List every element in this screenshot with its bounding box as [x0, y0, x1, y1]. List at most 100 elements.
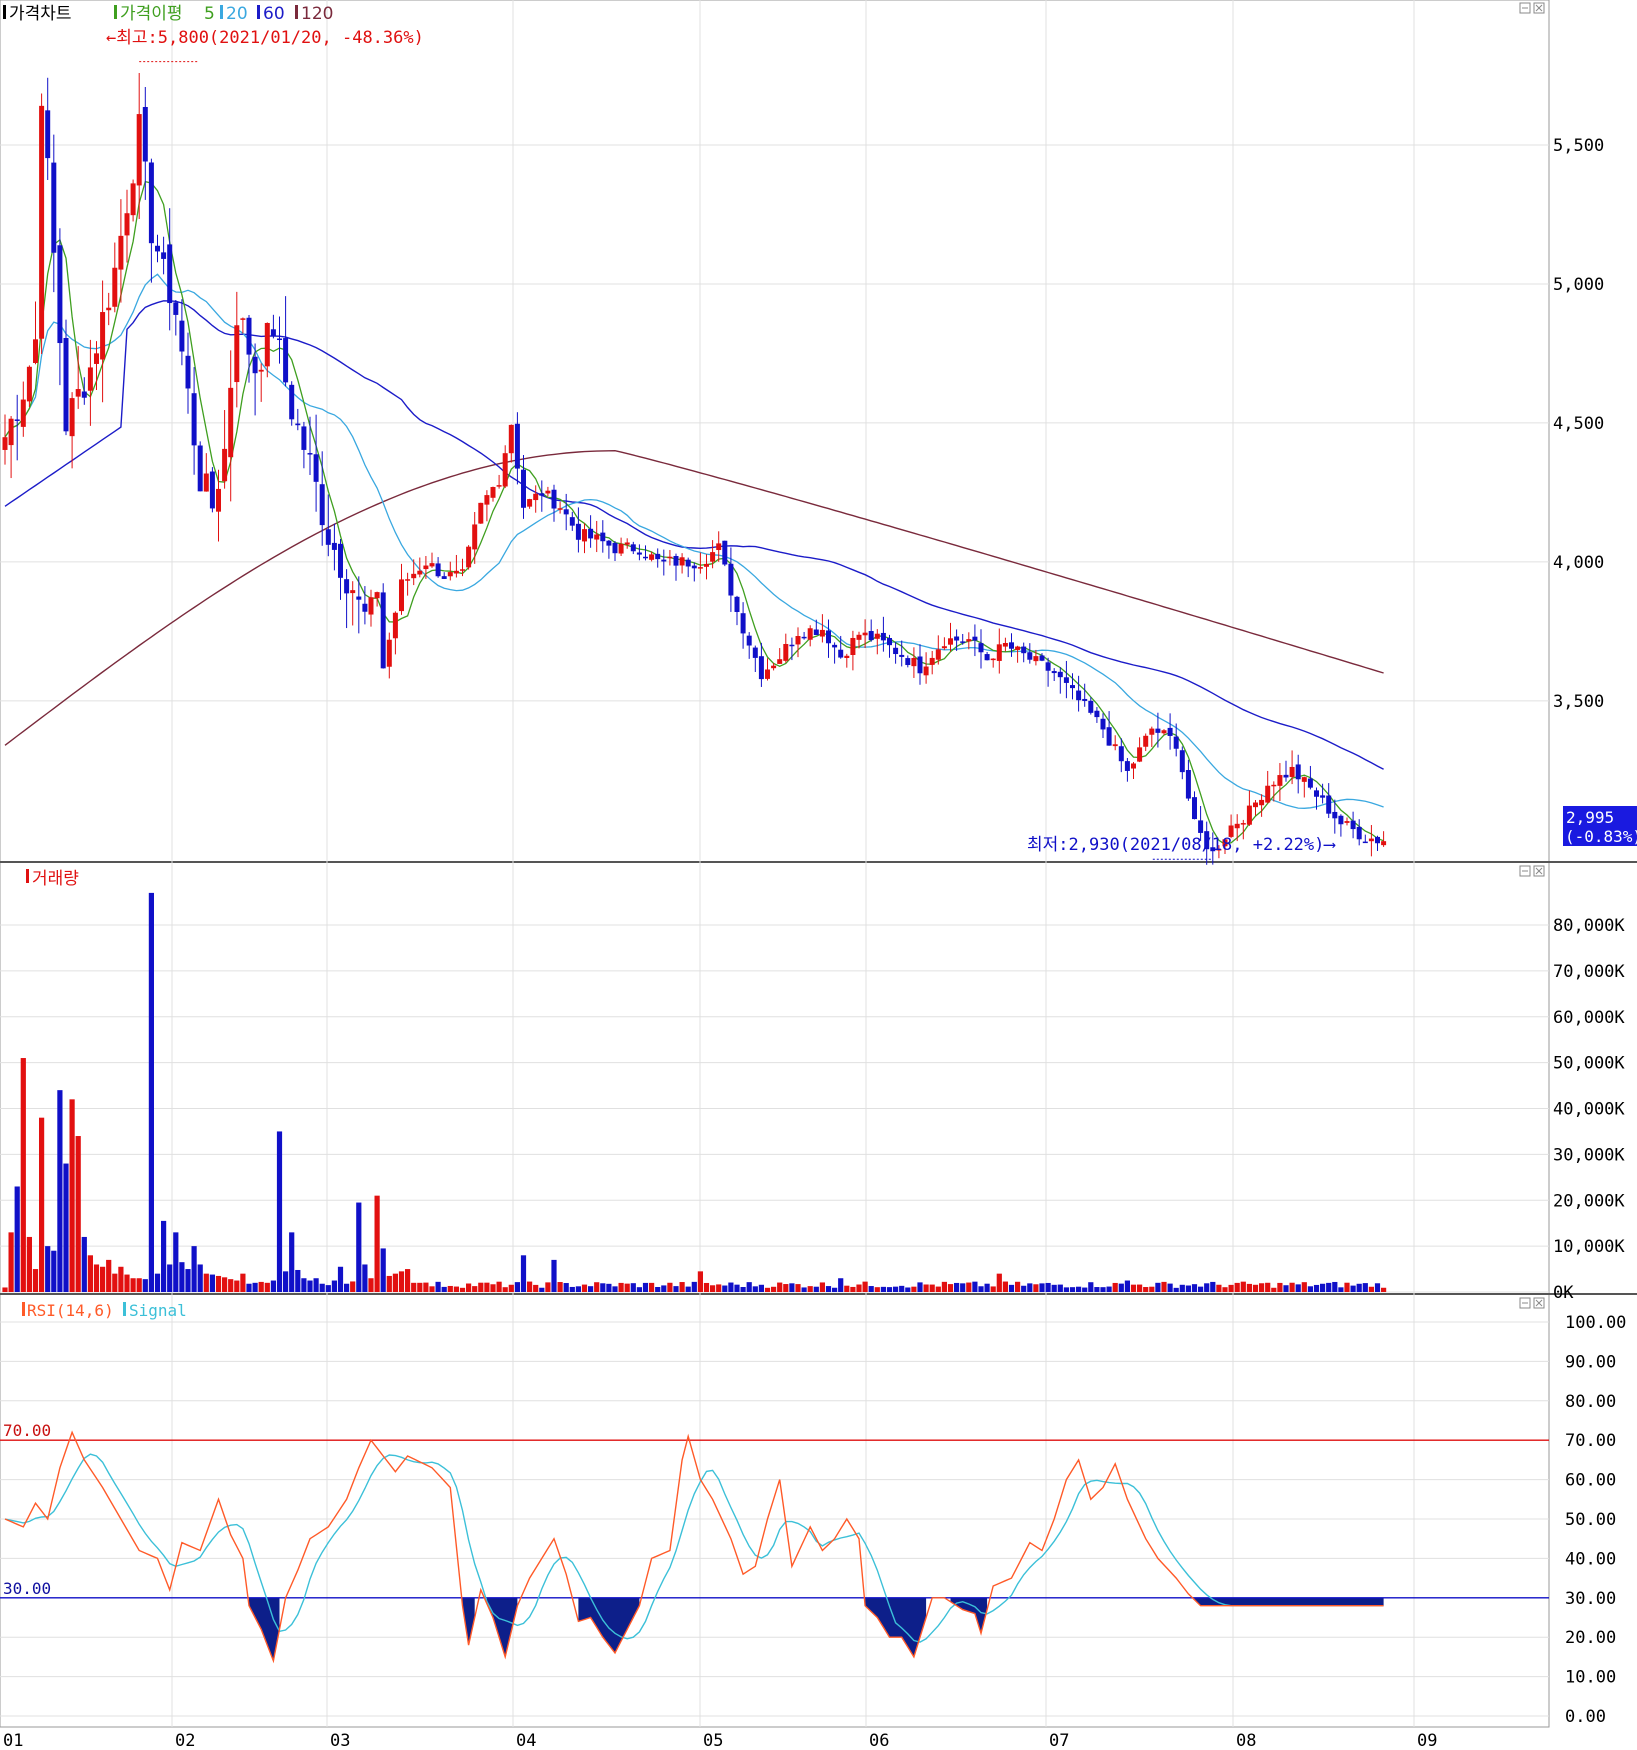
volume-bar [1063, 1287, 1069, 1292]
legend-ma20[interactable]: 20 [226, 4, 248, 24]
volume-bar [1069, 1287, 1076, 1292]
candle-body [1076, 690, 1082, 701]
volume-bar [411, 1282, 417, 1292]
volume-bar [978, 1286, 984, 1292]
candle-body [1338, 815, 1344, 825]
volume-bar [1350, 1285, 1356, 1292]
rsi-tick-10: 10.00 [1565, 1668, 1616, 1688]
volume-bar [283, 1271, 289, 1292]
volume-legend[interactable]: 거래량 [26, 869, 79, 889]
candle-body [740, 613, 746, 634]
candle-body [1167, 727, 1173, 736]
candle-body [325, 529, 331, 545]
candle-body [765, 669, 770, 679]
volume-panel-controls[interactable] [1519, 865, 1545, 877]
volume-bar [728, 1282, 734, 1292]
candle-body [441, 576, 447, 579]
candle-body [826, 630, 831, 644]
price-tick-4500: 4,500 [1553, 414, 1604, 434]
candle-body [948, 638, 953, 645]
volume-bar [374, 1195, 380, 1292]
rsi-tick-70: 70.00 [1565, 1431, 1616, 1451]
volume-bar [1240, 1281, 1246, 1292]
volume-bar [2, 1287, 8, 1292]
price-axis: 5,500 5,000 4,500 4,000 3,500 [1553, 136, 1604, 712]
candle-body [301, 426, 307, 450]
price-legend[interactable]: 가격차트 가격이평 5 20 60 120 [3, 4, 333, 24]
candle-body [1265, 785, 1271, 803]
volume-bar [1094, 1287, 1100, 1292]
rsi-tick-0: 0.00 [1565, 1707, 1606, 1727]
ma60-line [4, 300, 1384, 770]
candle-body [960, 641, 966, 643]
volume-bar [514, 1282, 520, 1292]
candle-body [819, 629, 825, 637]
volume-bar [215, 1275, 222, 1292]
candle-body [313, 454, 319, 482]
candle-body [752, 647, 758, 658]
candle-body [1289, 766, 1295, 777]
price-tick-4000: 4,000 [1553, 553, 1604, 573]
legend-ma[interactable]: 가격이평 [120, 4, 183, 24]
rsi-panel-controls[interactable] [1519, 1297, 1545, 1309]
volume-bar [398, 1271, 405, 1292]
legend-ma5[interactable]: 5 [204, 4, 215, 24]
volume-bar [862, 1281, 868, 1292]
price-panel-controls[interactable] [1519, 2, 1545, 14]
rsi-upper-level-label: 70.00 [3, 1421, 51, 1440]
volume-bar [905, 1287, 911, 1292]
legend-swatch-volume [26, 869, 29, 883]
legend-rsi[interactable]: RSI(14,6) [27, 1301, 114, 1320]
candle-body [771, 665, 777, 669]
volume-bar [612, 1286, 618, 1292]
volume-bar [1082, 1287, 1088, 1292]
candle-body [1039, 655, 1045, 661]
candle-body [1350, 820, 1356, 830]
candle-body [1082, 698, 1088, 701]
candle-body [423, 565, 429, 570]
candle-body [1137, 747, 1143, 762]
volume-bar [325, 1285, 331, 1292]
volume-tick-70000: 70,000K [1553, 962, 1625, 982]
volume-bar [1295, 1284, 1301, 1292]
candle-body [1161, 730, 1167, 734]
legend-swatch-ma120 [295, 5, 298, 19]
legend-ma120[interactable]: 120 [301, 4, 333, 24]
candle-body [649, 554, 655, 560]
legend-signal[interactable]: Signal [129, 1301, 187, 1320]
candle-body [453, 570, 459, 574]
rsi-tick-80: 80.00 [1565, 1392, 1616, 1412]
candle-body [14, 419, 20, 421]
candle-body [1295, 764, 1301, 780]
candle-body [1277, 775, 1283, 786]
rsi-tick-100: 100.00 [1565, 1313, 1626, 1333]
candle-body [899, 654, 905, 657]
volume-bar [1015, 1281, 1021, 1292]
volume-bar [386, 1275, 392, 1292]
volume-bar [911, 1286, 917, 1292]
volume-bar [710, 1285, 716, 1292]
candle-body [868, 631, 874, 641]
candle-body [1283, 774, 1289, 778]
candle-body [1112, 744, 1118, 747]
volume-bar [75, 1136, 81, 1292]
candle-body [1033, 656, 1039, 662]
legend-volume[interactable]: 거래량 [32, 869, 79, 889]
volume-bar [106, 1259, 112, 1292]
volume-bar [1045, 1282, 1051, 1292]
candle-body [57, 245, 63, 344]
candle-body [984, 654, 990, 661]
candle-body [148, 162, 154, 244]
candle-body [234, 325, 240, 383]
candle-body [295, 423, 301, 426]
candle-body [856, 634, 862, 640]
current-price: 2,995 [1566, 808, 1614, 827]
rsi-legend[interactable]: RSI(14,6) Signal [22, 1301, 187, 1320]
legend-price-chart[interactable]: 가격차트 [9, 4, 72, 24]
legend-ma60[interactable]: 60 [263, 4, 285, 24]
candle-body [1198, 820, 1204, 833]
current-change: (-0.83%) [1565, 827, 1637, 846]
rsi-tick-30: 30.00 [1565, 1589, 1616, 1609]
candle-body [1051, 671, 1057, 674]
volume-bar [1332, 1281, 1338, 1292]
